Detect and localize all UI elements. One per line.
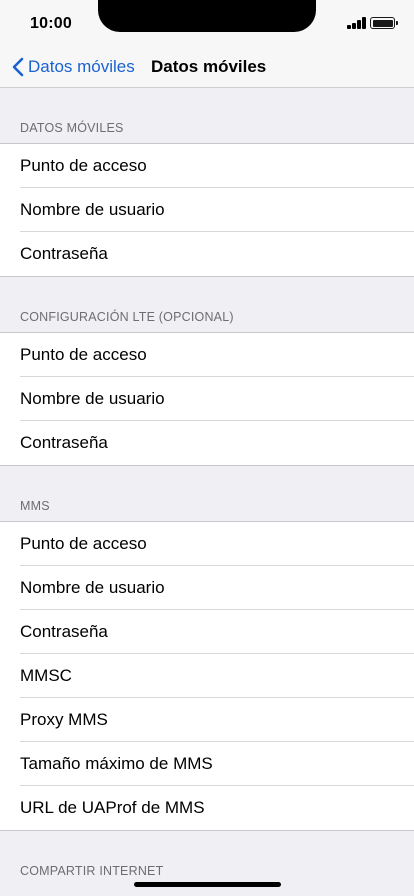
row-tamano-maximo-mms[interactable]: Tamaño máximo de MMS	[20, 742, 414, 786]
row-punto-de-acceso[interactable]: Punto de acceso	[20, 144, 414, 188]
cellular-signal-icon	[347, 17, 367, 29]
row-contrasena[interactable]: Contraseña	[20, 232, 414, 276]
device-notch	[98, 0, 316, 32]
row-nombre-de-usuario[interactable]: Nombre de usuario	[20, 188, 414, 232]
row-lte-punto-de-acceso[interactable]: Punto de acceso	[20, 333, 414, 377]
page-title: Datos móviles	[151, 57, 267, 76]
row-proxy-mms[interactable]: Proxy MMS	[20, 698, 414, 742]
settings-list: DATOS MÓVILES Punto de acceso Nombre de …	[0, 88, 414, 886]
section-header-lte: CONFIGURACIÓN LTE (OPCIONAL)	[20, 310, 234, 324]
row-mms-punto-de-acceso[interactable]: Punto de acceso	[20, 522, 414, 566]
group-datos-moviles: Punto de acceso Nombre de usuario Contra…	[0, 143, 414, 277]
back-button[interactable]: Datos móviles	[12, 46, 135, 88]
section-header-compartir-internet: COMPARTIR INTERNET	[20, 864, 164, 878]
group-mms: Punto de acceso Nombre de usuario Contra…	[0, 521, 414, 831]
status-bar: 10:00	[0, 0, 414, 46]
section-header-datos-moviles: DATOS MÓVILES	[20, 121, 124, 135]
row-mms-nombre-de-usuario[interactable]: Nombre de usuario	[20, 566, 414, 610]
group-lte: Punto de acceso Nombre de usuario Contra…	[0, 332, 414, 466]
navigation-bar: Datos móviles Datos móviles	[0, 46, 414, 88]
back-button-label: Datos móviles	[28, 57, 135, 76]
chevron-left-icon	[12, 57, 24, 77]
row-mmsc[interactable]: MMSC	[20, 654, 414, 698]
section-header-mms: MMS	[20, 499, 50, 513]
row-lte-nombre-de-usuario[interactable]: Nombre de usuario	[20, 377, 414, 421]
home-indicator[interactable]	[134, 882, 281, 887]
row-url-uaprof-mms[interactable]: URL de UAProf de MMS	[20, 786, 414, 830]
battery-icon	[370, 17, 398, 29]
status-time: 10:00	[30, 15, 72, 32]
row-lte-contrasena[interactable]: Contraseña	[20, 421, 414, 465]
row-mms-contrasena[interactable]: Contraseña	[20, 610, 414, 654]
